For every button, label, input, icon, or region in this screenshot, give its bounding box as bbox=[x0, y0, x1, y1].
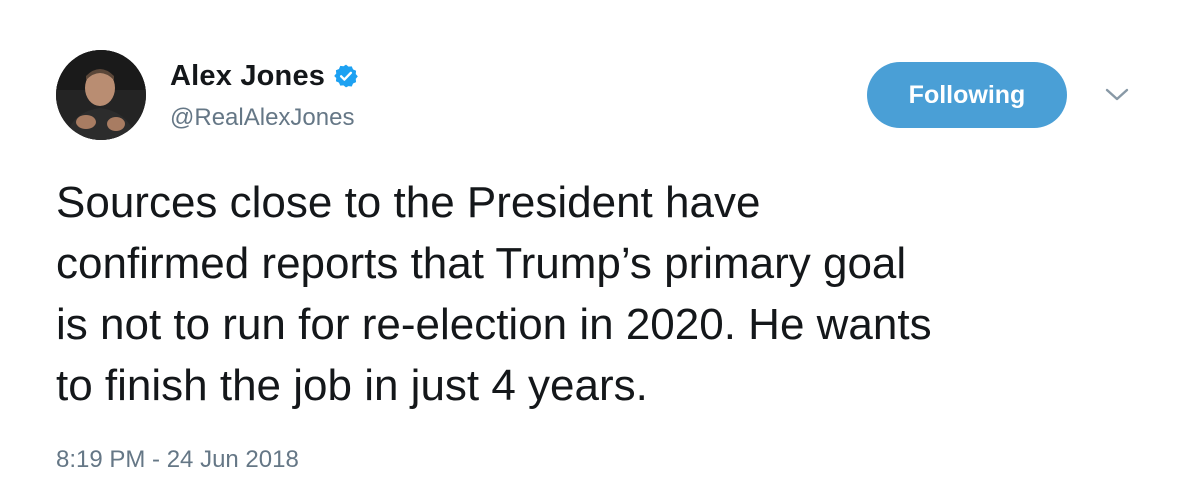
verified-badge-icon bbox=[334, 64, 358, 88]
tweet-text-line: Sources close to the President have bbox=[56, 178, 761, 227]
display-name[interactable]: Alex Jones bbox=[170, 60, 325, 93]
chevron-down-icon[interactable] bbox=[1104, 86, 1130, 104]
tweet-text-line: to finish the job in just 4 years. bbox=[56, 361, 648, 410]
avatar-photo-icon bbox=[56, 50, 146, 140]
tweet-text-line: confirmed reports that Trump’s primary g… bbox=[56, 239, 907, 288]
following-button[interactable]: Following bbox=[867, 62, 1067, 128]
tweet-card: Alex Jones @RealAlexJones Following Sour… bbox=[0, 0, 1200, 492]
tweet-text-line: is not to run for re-election in 2020. H… bbox=[56, 300, 932, 349]
user-handle[interactable]: @RealAlexJones bbox=[170, 104, 354, 132]
tweet-text: Sources close to the President have conf… bbox=[56, 172, 1166, 416]
avatar[interactable] bbox=[56, 50, 146, 140]
tweet-timestamp[interactable]: 8:19 PM - 24 Jun 2018 bbox=[56, 446, 299, 474]
display-name-row: Alex Jones bbox=[170, 56, 359, 96]
